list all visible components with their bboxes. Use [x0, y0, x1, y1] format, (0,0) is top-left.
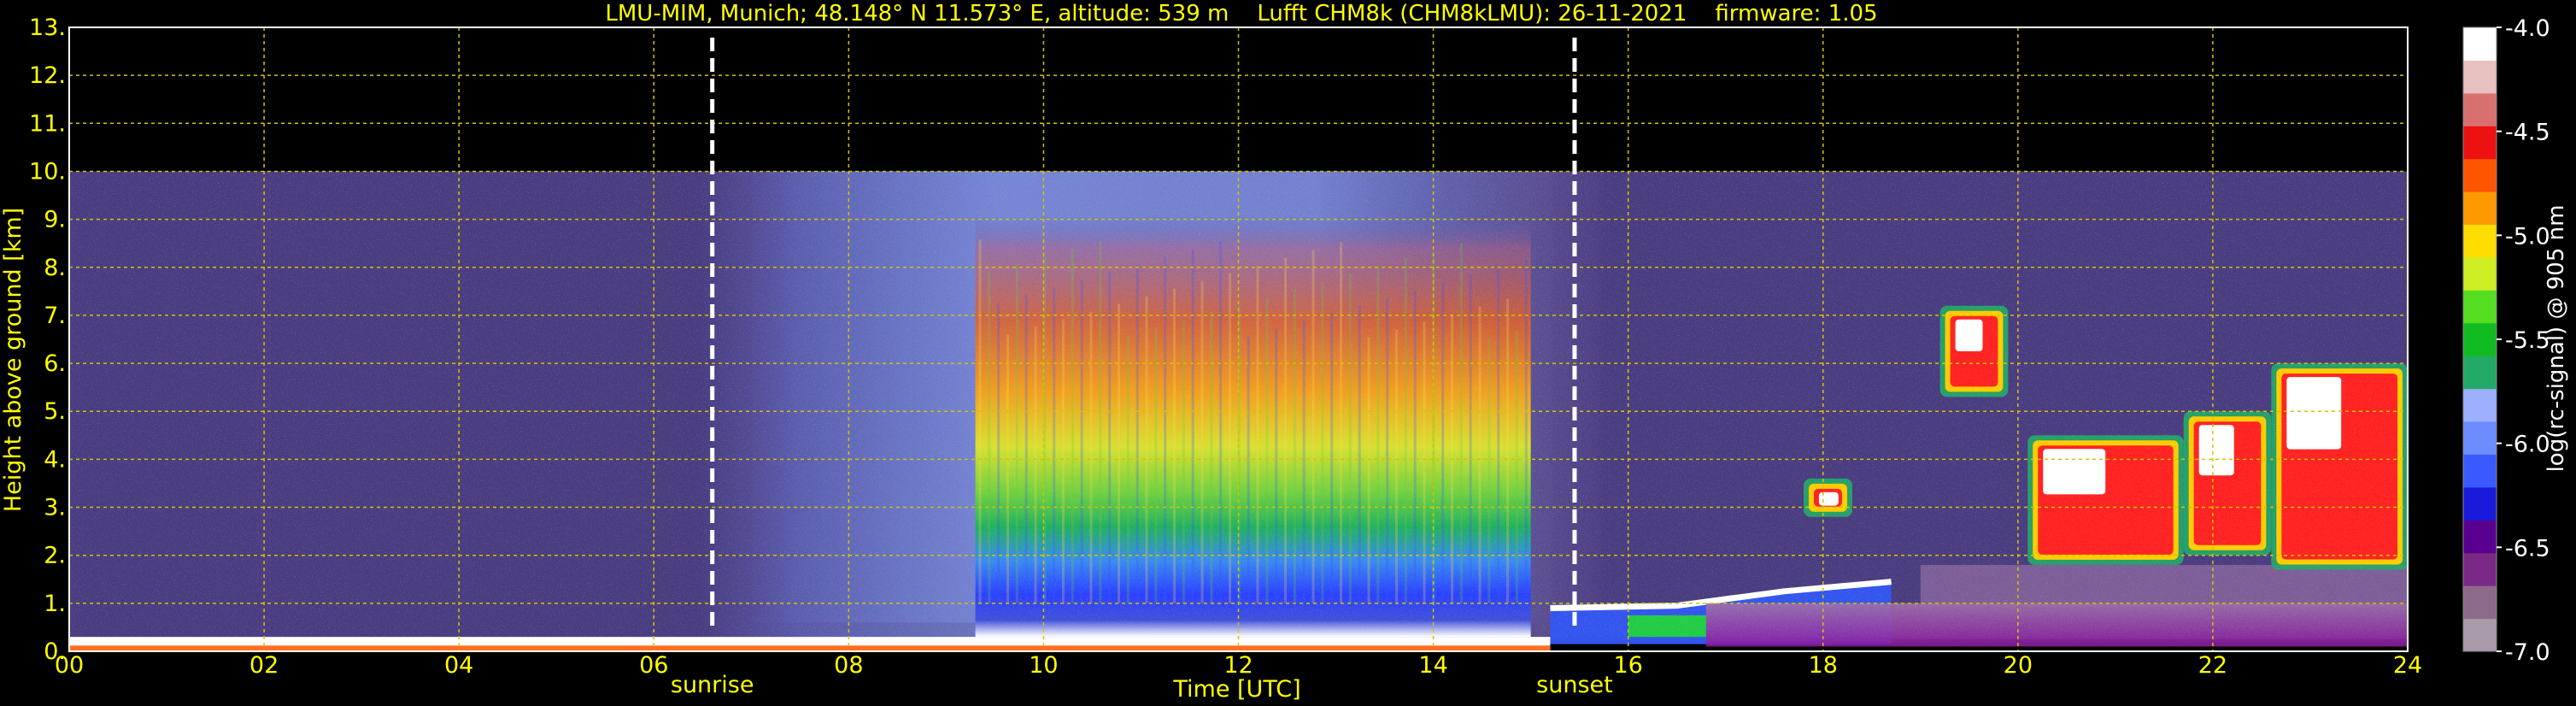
y-tick-label: 1.	[44, 591, 66, 617]
colorbar-segment	[2463, 224, 2497, 258]
colorbar-segment	[2463, 322, 2497, 356]
y-tick-label: 6.	[44, 350, 66, 377]
colorbar-segment	[2463, 585, 2497, 620]
event-marker-label: sunset	[1536, 672, 1613, 698]
surface-layer-base	[69, 645, 1551, 651]
y-tick-label: 12.	[29, 62, 66, 89]
y-tick-label: 9.	[44, 207, 66, 233]
colorbar-segment	[2463, 60, 2497, 94]
x-tick-label: 22	[2198, 652, 2227, 679]
y-tick-label: 4.	[44, 446, 66, 473]
colorbar-segment	[2463, 256, 2497, 291]
chart-title: LMU-MIM, Munich; 48.148° N 11.573° E, al…	[605, 1, 1877, 26]
colorbar-segment	[2463, 290, 2497, 324]
y-tick-label: 13.	[29, 15, 66, 41]
colorbar-segment	[2463, 27, 2497, 61]
colorbar-segment	[2463, 158, 2497, 192]
y-tick-label: 3.	[44, 495, 66, 521]
ceilometer-chart: sunrise sunset 00 02 04 06 08 10 12 14 16 18 20 22 24…	[0, 1, 2569, 703]
x-tick-label: 06	[639, 652, 668, 679]
x-tick-label: 16	[1613, 652, 1642, 679]
x-tick-label: 12	[1223, 652, 1253, 679]
y-tick-label: 0.	[44, 638, 66, 665]
colorbar-segment	[2463, 191, 2497, 226]
x-tick-label: 10	[1029, 652, 1058, 679]
x-tick-label: 24	[2393, 652, 2422, 679]
plot-area	[69, 27, 2408, 651]
event-marker-label: sunrise	[671, 672, 754, 698]
y-tick-label: 11.	[29, 110, 66, 137]
x-axis-label: Time [UTC]	[1172, 676, 1300, 703]
y-tick-label: 7.	[44, 303, 66, 329]
y-axis-label: Height above ground [km]	[0, 208, 26, 512]
colorbar-segment	[2463, 356, 2497, 390]
y-tick-label: 10.	[29, 158, 66, 185]
colorbar-segment	[2463, 421, 2497, 455]
x-tick-label: 02	[249, 652, 279, 679]
colorbar-segment	[2463, 486, 2497, 521]
colorbar-tick-label: -7.0	[2505, 639, 2550, 666]
colorbar-segment	[2463, 552, 2497, 586]
colorbar-segment	[2463, 126, 2497, 160]
x-tick-label: 20	[2004, 652, 2033, 679]
colorbar-segment	[2463, 92, 2497, 126]
x-tick-label: 14	[1418, 652, 1447, 679]
colorbar-tick-label: -4.0	[2505, 15, 2550, 42]
colorbar: -4.0-4.5-5.0-5.5-6.0-6.5-7.0	[2462, 15, 2550, 666]
colorbar-segment	[2463, 454, 2497, 488]
y-tick-label: 5.	[44, 398, 66, 425]
colorbar-segment	[2463, 618, 2497, 652]
colorbar-label: log(rc-signal) @ 905 nm	[2544, 205, 2569, 473]
colorbar-tick-label: -4.5	[2505, 120, 2550, 146]
x-tick-label: 04	[444, 652, 473, 679]
colorbar-segment	[2463, 388, 2497, 422]
x-tick-label: 08	[834, 652, 863, 679]
x-tick-label: 18	[1809, 652, 1838, 679]
colorbar-tick-label: -6.5	[2505, 535, 2550, 562]
y-tick-label: 2.	[44, 543, 66, 569]
colorbar-segment	[2463, 520, 2497, 554]
y-tick-label: 8.	[44, 255, 66, 281]
